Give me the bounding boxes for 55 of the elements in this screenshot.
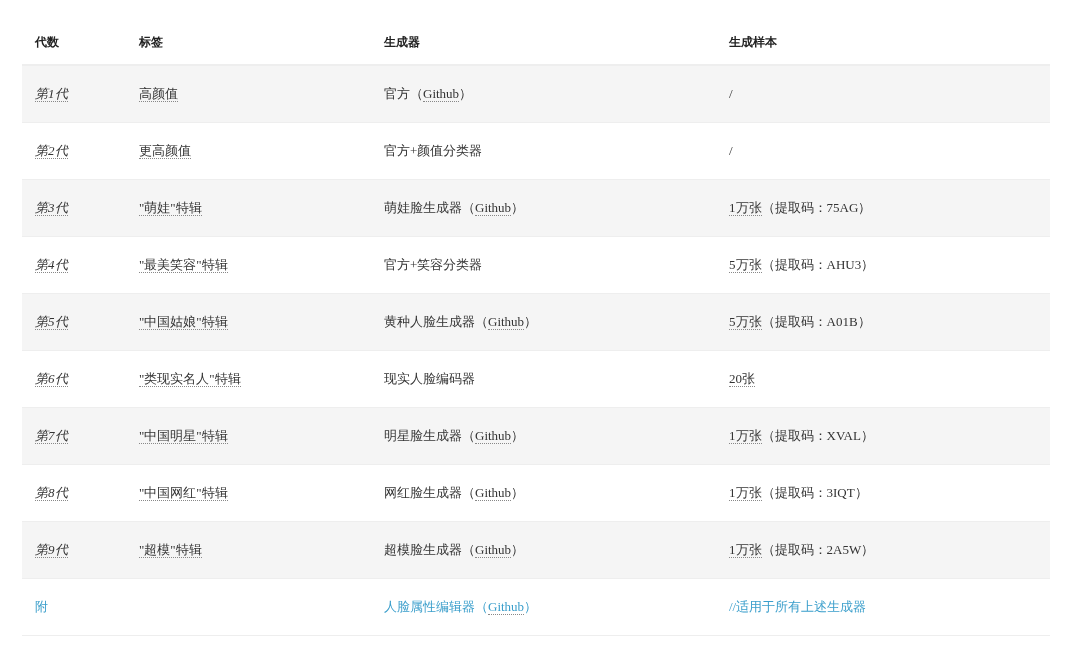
link[interactable]: 1万张 [729, 485, 762, 501]
link[interactable]: 1万张 [729, 428, 762, 444]
table-cell: 1万张（提取码：75AG） [729, 200, 872, 216]
link[interactable]: Github [475, 542, 512, 558]
table-cell: //适用于所有上述生成器 [729, 599, 867, 614]
link[interactable]: "萌娃"特辑 [139, 200, 202, 216]
link[interactable]: 5万张 [729, 257, 762, 273]
link[interactable]: 第4代 [35, 257, 68, 273]
table-cell: 人脸属性编辑器（Github） [384, 599, 538, 615]
table-cell: 附 [35, 599, 48, 614]
link[interactable]: Github [488, 314, 525, 330]
table-cell: 1万张（提取码：XVAL） [729, 428, 874, 444]
link[interactable]: 第1代 [35, 86, 68, 102]
link[interactable]: 1万张 [729, 542, 762, 558]
table-cell: 萌娃脸生成器（Github） [384, 200, 525, 216]
link[interactable]: "最美笑容"特辑 [139, 257, 228, 273]
link[interactable]: "中国姑娘"特辑 [139, 314, 228, 330]
table-cell: 1万张（提取码：2A5W） [729, 542, 875, 558]
link[interactable]: Github [423, 86, 460, 102]
table-cell: 超模脸生成器（Github） [384, 542, 525, 558]
link[interactable]: Github [475, 428, 512, 444]
link[interactable]: "类现实名人"特辑 [139, 371, 241, 387]
link[interactable]: 第8代 [35, 485, 68, 501]
link[interactable]: "中国明星"特辑 [139, 428, 228, 444]
link[interactable]: 5万张 [729, 314, 762, 330]
link[interactable]: 第5代 [35, 314, 68, 330]
link[interactable]: 高颜值 [139, 86, 178, 102]
link[interactable]: 第2代 [35, 143, 68, 159]
table-cell: 5万张（提取码：AHU3） [729, 257, 875, 273]
link[interactable]: 第7代 [35, 428, 68, 444]
table-cell: 官方+颜值分类器 [384, 143, 483, 158]
column-header: 标签 [139, 34, 163, 49]
table-cell: / [729, 143, 733, 158]
link[interactable]: 第6代 [35, 371, 68, 387]
table-cell: 5万张（提取码：A01B） [729, 314, 871, 330]
column-header: 生成样本 [729, 34, 777, 49]
link[interactable]: 更高颜值 [139, 143, 191, 159]
link[interactable]: 第3代 [35, 200, 68, 216]
link[interactable]: 1万张 [729, 200, 762, 216]
table-cell: 官方（Github） [384, 86, 473, 102]
column-header: 生成器 [384, 34, 420, 49]
link[interactable]: 第9代 [35, 542, 68, 558]
link[interactable]: Github [475, 200, 512, 216]
table-cell: 明星脸生成器（Github） [384, 428, 525, 444]
table-cell: 1万张（提取码：3IQT） [729, 485, 868, 501]
link[interactable]: "超模"特辑 [139, 542, 202, 558]
table-cell: 现实人脸编码器 [384, 371, 475, 386]
table-cell: / [729, 86, 733, 101]
table-cell: 黄种人脸生成器（Github） [384, 314, 538, 330]
table-cell: 官方+笑容分类器 [384, 257, 483, 272]
link[interactable]: 20张 [729, 371, 755, 387]
link[interactable]: Github [475, 485, 512, 501]
column-header: 代数 [35, 34, 59, 49]
link[interactable]: "中国网红"特辑 [139, 485, 228, 501]
table-cell: 网红脸生成器（Github） [384, 485, 525, 501]
